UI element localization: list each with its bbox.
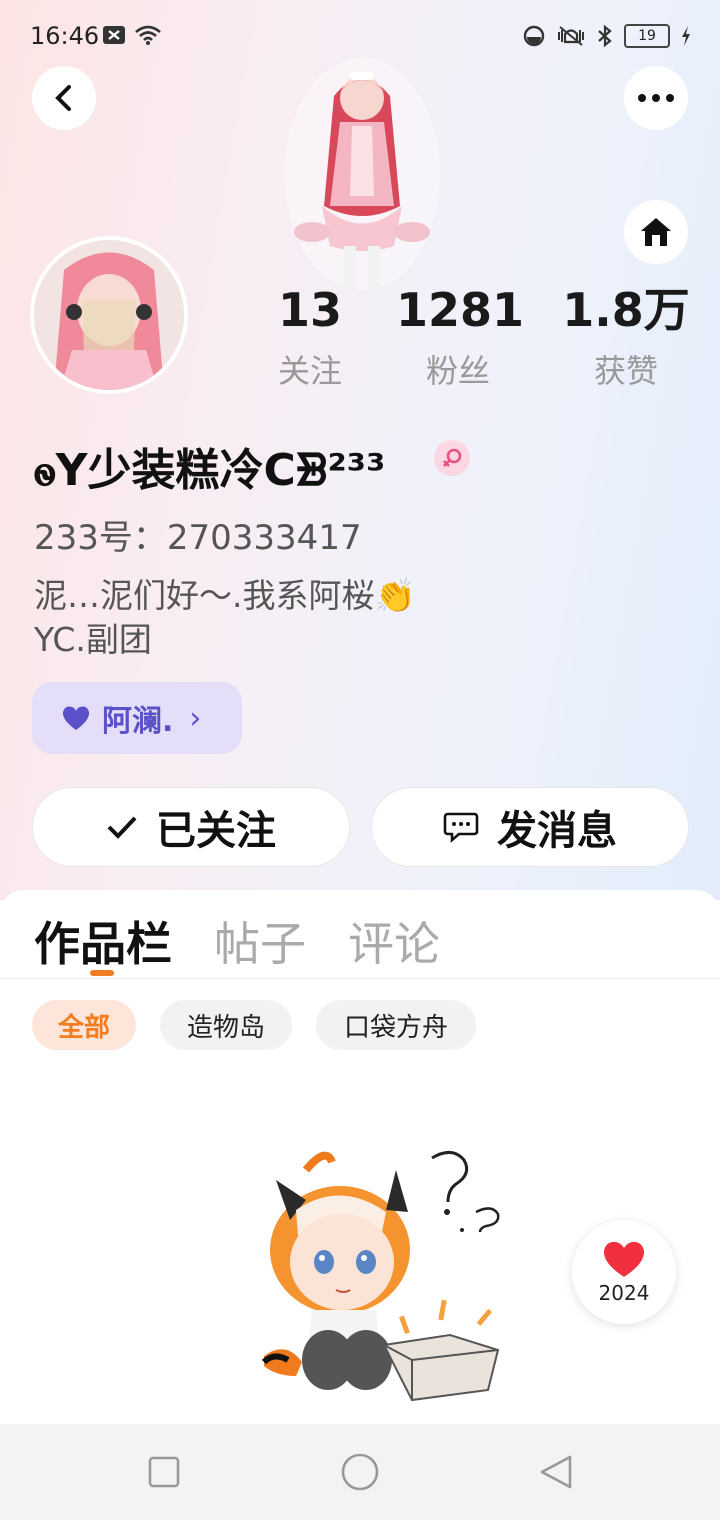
stat-fans-count: 1281 — [396, 283, 525, 337]
chat-bubble-icon — [443, 812, 479, 843]
username: ꮻY少装糕冷Cᗾ²³³ — [34, 445, 386, 496]
tab-works[interactable]: 作品栏 — [34, 908, 172, 974]
home-circle-icon[interactable] — [340, 1452, 380, 1492]
heart-icon — [62, 706, 90, 730]
heart-icon — [603, 1241, 645, 1277]
filter-pocket-ark[interactable]: 口袋方舟 — [316, 1000, 476, 1050]
follow-button-label: 已关注 — [156, 808, 276, 854]
tab-posts[interactable]: 帖子 — [214, 908, 306, 974]
more-button[interactable] — [624, 66, 688, 130]
message-button[interactable]: 发消息 — [371, 787, 689, 867]
year-label: 2024 — [598, 1281, 650, 1305]
tab-divider — [0, 978, 720, 979]
fan-club-label: 阿澜. — [102, 704, 174, 739]
home-button[interactable] — [624, 200, 688, 264]
stat-fans-label: 粉丝 — [425, 352, 490, 390]
tab-indicator — [90, 970, 114, 976]
profile-avatar[interactable] — [30, 236, 188, 394]
chevron-left-icon — [55, 85, 71, 111]
vibrate-icon — [558, 26, 584, 46]
avatar-3d-figure — [284, 58, 440, 290]
stat-following[interactable]: 13 关注 — [258, 284, 362, 392]
follow-button[interactable]: 已关注 — [32, 787, 350, 867]
user-bio: 泥…泥们好～.我系阿桜👏 YC.副团 — [34, 576, 416, 659]
tab-comments[interactable]: 评论 — [348, 908, 440, 974]
stat-likes-count: 1.8万 — [562, 283, 690, 337]
filter-creation-island[interactable]: 造物岛 — [160, 1000, 292, 1050]
back-triangle-icon[interactable] — [538, 1454, 574, 1490]
filter-all[interactable]: 全部 — [32, 1000, 136, 1050]
wifi-icon — [135, 25, 161, 45]
stat-following-count: 13 — [277, 283, 342, 337]
stat-fans[interactable]: 1281 粉丝 — [396, 283, 525, 392]
chevron-right-icon: › — [189, 700, 202, 736]
avatar-portrait — [34, 240, 184, 390]
battery-indicator: 19 — [624, 24, 670, 48]
fan-club-chip[interactable]: 阿澜. › — [32, 682, 242, 754]
stat-following-label: 关注 — [277, 352, 342, 390]
system-navigation-bar — [0, 1424, 720, 1520]
back-button[interactable] — [32, 66, 96, 130]
checkmark-icon — [107, 816, 137, 839]
female-gender-icon — [434, 440, 470, 476]
recent-apps-icon[interactable] — [148, 1456, 180, 1488]
charging-icon — [682, 26, 690, 46]
more-dots-icon — [638, 94, 674, 102]
notification-icon — [103, 26, 125, 44]
data-saver-icon — [523, 25, 545, 47]
message-button-label: 发消息 — [497, 808, 617, 854]
user-id: 233号：270333417 — [34, 518, 362, 558]
bluetooth-icon — [598, 24, 612, 48]
stat-likes-label: 获赞 — [593, 352, 658, 390]
year-2024-badge[interactable]: 2024 — [572, 1220, 676, 1324]
stat-likes[interactable]: 1.8万 获赞 — [558, 284, 694, 392]
status-time: 16:46 — [30, 22, 100, 50]
empty-state-illustration — [261, 1151, 500, 1402]
home-icon — [641, 218, 671, 246]
